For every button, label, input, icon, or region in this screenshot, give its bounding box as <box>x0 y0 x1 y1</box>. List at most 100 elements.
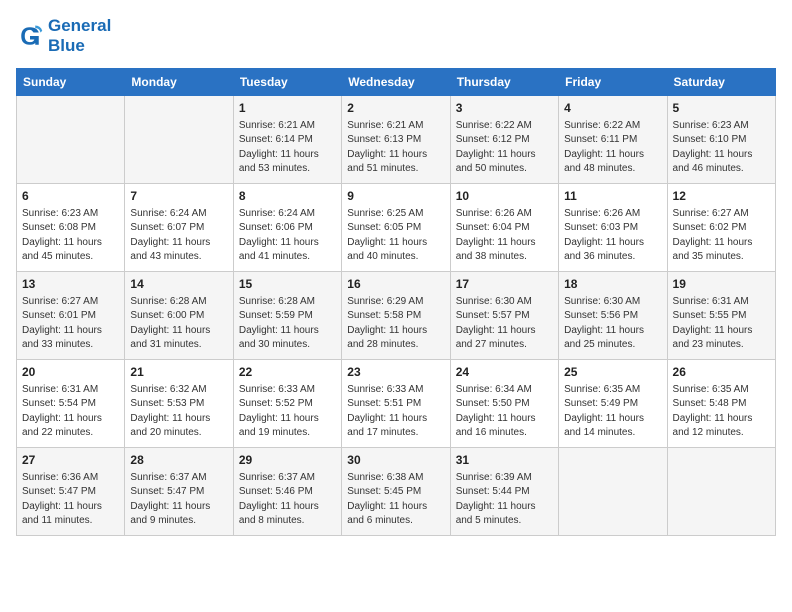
calendar-table: SundayMondayTuesdayWednesdayThursdayFrid… <box>16 68 776 536</box>
day-detail: Sunrise: 6:21 AMSunset: 6:14 PMDaylight:… <box>239 119 336 177</box>
day-detail: Sunrise: 6:34 AMSunset: 5:50 PMDaylight:… <box>456 383 553 441</box>
day-number: 25 <box>564 364 661 381</box>
calendar-cell: 4Sunrise: 6:22 AMSunset: 6:11 PMDaylight… <box>559 96 667 184</box>
calendar-cell: 10Sunrise: 6:26 AMSunset: 6:04 PMDayligh… <box>450 184 558 272</box>
calendar-cell: 27 Sunrise: 6:36 AMSunset: 5:47 PMDayligh… <box>17 448 125 536</box>
day-number: 26 <box>673 364 770 381</box>
day-number: 2 <box>347 100 444 117</box>
day-detail: Sunrise: 6:37 AMSunset: 5:47 PMDaylight:… <box>130 471 227 529</box>
day-number: 6 <box>22 188 119 205</box>
weekday-header-wednesday: Wednesday <box>342 69 450 96</box>
calendar-cell: 23 Sunrise: 6:33 AMSunset: 5:51 PMDayligh… <box>342 360 450 448</box>
day-number: 15 <box>239 276 336 293</box>
day-detail: Sunrise: 6:36 AMSunset: 5:47 PMDaylight:… <box>22 471 119 529</box>
calendar-cell: 18 Sunrise: 6:30 AMSunset: 5:56 PMDayligh… <box>559 272 667 360</box>
logo-icon <box>16 22 44 50</box>
day-detail: Sunrise: 6:23 AMSunset: 6:08 PMDaylight:… <box>22 207 119 265</box>
calendar-cell: 31 Sunrise: 6:39 AMSunset: 5:44 PMDayligh… <box>450 448 558 536</box>
day-detail: Sunrise: 6:37 AMSunset: 5:46 PMDaylight:… <box>239 471 336 529</box>
day-number: 8 <box>239 188 336 205</box>
day-detail: Sunrise: 6:32 AMSunset: 5:53 PMDaylight:… <box>130 383 227 441</box>
day-detail: Sunrise: 6:31 AMSunset: 5:55 PMDaylight:… <box>673 295 770 353</box>
weekday-header-monday: Monday <box>125 69 233 96</box>
calendar-cell <box>667 448 775 536</box>
day-detail: Sunrise: 6:24 AMSunset: 6:06 PMDaylight:… <box>239 207 336 265</box>
calendar-cell: 25 Sunrise: 6:35 AMSunset: 5:49 PMDayligh… <box>559 360 667 448</box>
weekday-header-saturday: Saturday <box>667 69 775 96</box>
logo: General Blue <box>16 16 111 56</box>
day-detail: Sunrise: 6:24 AMSunset: 6:07 PMDaylight:… <box>130 207 227 265</box>
day-number: 13 <box>22 276 119 293</box>
calendar-cell: 26 Sunrise: 6:35 AMSunset: 5:48 PMDayligh… <box>667 360 775 448</box>
day-number: 20 <box>22 364 119 381</box>
day-detail: Sunrise: 6:28 AMSunset: 6:00 PMDaylight:… <box>130 295 227 353</box>
day-number: 21 <box>130 364 227 381</box>
day-detail: Sunrise: 6:31 AMSunset: 5:54 PMDaylight:… <box>22 383 119 441</box>
calendar-week-2: 6 Sunrise: 6:23 AMSunset: 6:08 PMDaylight… <box>17 184 776 272</box>
day-number: 9 <box>347 188 444 205</box>
calendar-cell: 1 Sunrise: 6:21 AMSunset: 6:14 PMDaylight… <box>233 96 341 184</box>
calendar-cell: 7Sunrise: 6:24 AMSunset: 6:07 PMDaylight… <box>125 184 233 272</box>
day-detail: Sunrise: 6:33 AMSunset: 5:52 PMDaylight:… <box>239 383 336 441</box>
day-detail: Sunrise: 6:30 AMSunset: 5:57 PMDaylight:… <box>456 295 553 353</box>
calendar-cell: 30Sunrise: 6:38 AMSunset: 5:45 PMDayligh… <box>342 448 450 536</box>
calendar-cell: 14 Sunrise: 6:28 AMSunset: 6:00 PMDayligh… <box>125 272 233 360</box>
day-detail: Sunrise: 6:29 AMSunset: 5:58 PMDaylight:… <box>347 295 444 353</box>
calendar-cell: 3 Sunrise: 6:22 AMSunset: 6:12 PMDaylight… <box>450 96 558 184</box>
day-detail: Sunrise: 6:33 AMSunset: 5:51 PMDaylight:… <box>347 383 444 441</box>
day-number: 27 <box>22 452 119 469</box>
calendar-cell: 17Sunrise: 6:30 AMSunset: 5:57 PMDayligh… <box>450 272 558 360</box>
calendar-week-4: 20 Sunrise: 6:31 AMSunset: 5:54 PMDayligh… <box>17 360 776 448</box>
calendar-cell: 22 Sunrise: 6:33 AMSunset: 5:52 PMDayligh… <box>233 360 341 448</box>
calendar-cell: 16 Sunrise: 6:29 AMSunset: 5:58 PMDayligh… <box>342 272 450 360</box>
weekday-header-tuesday: Tuesday <box>233 69 341 96</box>
calendar-cell: 13Sunrise: 6:27 AMSunset: 6:01 PMDayligh… <box>17 272 125 360</box>
day-detail: Sunrise: 6:22 AMSunset: 6:12 PMDaylight:… <box>456 119 553 177</box>
day-number: 29 <box>239 452 336 469</box>
day-number: 3 <box>456 100 553 117</box>
day-detail: Sunrise: 6:26 AMSunset: 6:04 PMDaylight:… <box>456 207 553 265</box>
page-header: General Blue <box>16 16 776 56</box>
weekday-header-sunday: Sunday <box>17 69 125 96</box>
calendar-cell: 29 Sunrise: 6:37 AMSunset: 5:46 PMDayligh… <box>233 448 341 536</box>
day-detail: Sunrise: 6:25 AMSunset: 6:05 PMDaylight:… <box>347 207 444 265</box>
day-number: 28 <box>130 452 227 469</box>
day-detail: Sunrise: 6:35 AMSunset: 5:48 PMDaylight:… <box>673 383 770 441</box>
calendar-cell: 19 Sunrise: 6:31 AMSunset: 5:55 PMDayligh… <box>667 272 775 360</box>
day-detail: Sunrise: 6:39 AMSunset: 5:44 PMDaylight:… <box>456 471 553 529</box>
day-number: 22 <box>239 364 336 381</box>
day-number: 1 <box>239 100 336 117</box>
day-detail: Sunrise: 6:35 AMSunset: 5:49 PMDaylight:… <box>564 383 661 441</box>
day-detail: Sunrise: 6:23 AMSunset: 6:10 PMDaylight:… <box>673 119 770 177</box>
calendar-cell: 8 Sunrise: 6:24 AMSunset: 6:06 PMDaylight… <box>233 184 341 272</box>
day-number: 23 <box>347 364 444 381</box>
day-detail: Sunrise: 6:27 AMSunset: 6:02 PMDaylight:… <box>673 207 770 265</box>
calendar-cell: 24 Sunrise: 6:34 AMSunset: 5:50 PMDayligh… <box>450 360 558 448</box>
logo-text: General Blue <box>48 16 111 56</box>
day-detail: Sunrise: 6:26 AMSunset: 6:03 PMDaylight:… <box>564 207 661 265</box>
calendar-cell: 15 Sunrise: 6:28 AMSunset: 5:59 PMDayligh… <box>233 272 341 360</box>
weekday-header-friday: Friday <box>559 69 667 96</box>
calendar-cell: 6 Sunrise: 6:23 AMSunset: 6:08 PMDaylight… <box>17 184 125 272</box>
calendar-cell: 21 Sunrise: 6:32 AMSunset: 5:53 PMDayligh… <box>125 360 233 448</box>
day-detail: Sunrise: 6:30 AMSunset: 5:56 PMDaylight:… <box>564 295 661 353</box>
day-detail: Sunrise: 6:22 AMSunset: 6:11 PMDaylight:… <box>564 119 661 177</box>
day-number: 24 <box>456 364 553 381</box>
calendar-week-5: 27 Sunrise: 6:36 AMSunset: 5:47 PMDayligh… <box>17 448 776 536</box>
day-number: 12 <box>673 188 770 205</box>
day-number: 18 <box>564 276 661 293</box>
calendar-cell: 9 Sunrise: 6:25 AMSunset: 6:05 PMDaylight… <box>342 184 450 272</box>
calendar-cell <box>17 96 125 184</box>
day-detail: Sunrise: 6:28 AMSunset: 5:59 PMDaylight:… <box>239 295 336 353</box>
calendar-cell <box>559 448 667 536</box>
calendar-cell: 2Sunrise: 6:21 AMSunset: 6:13 PMDaylight… <box>342 96 450 184</box>
day-number: 14 <box>130 276 227 293</box>
day-number: 19 <box>673 276 770 293</box>
calendar-cell: 11 Sunrise: 6:26 AMSunset: 6:03 PMDayligh… <box>559 184 667 272</box>
day-number: 31 <box>456 452 553 469</box>
day-number: 11 <box>564 188 661 205</box>
calendar-cell: 20 Sunrise: 6:31 AMSunset: 5:54 PMDayligh… <box>17 360 125 448</box>
day-number: 5 <box>673 100 770 117</box>
day-detail: Sunrise: 6:38 AMSunset: 5:45 PMDaylight:… <box>347 471 444 529</box>
day-number: 16 <box>347 276 444 293</box>
